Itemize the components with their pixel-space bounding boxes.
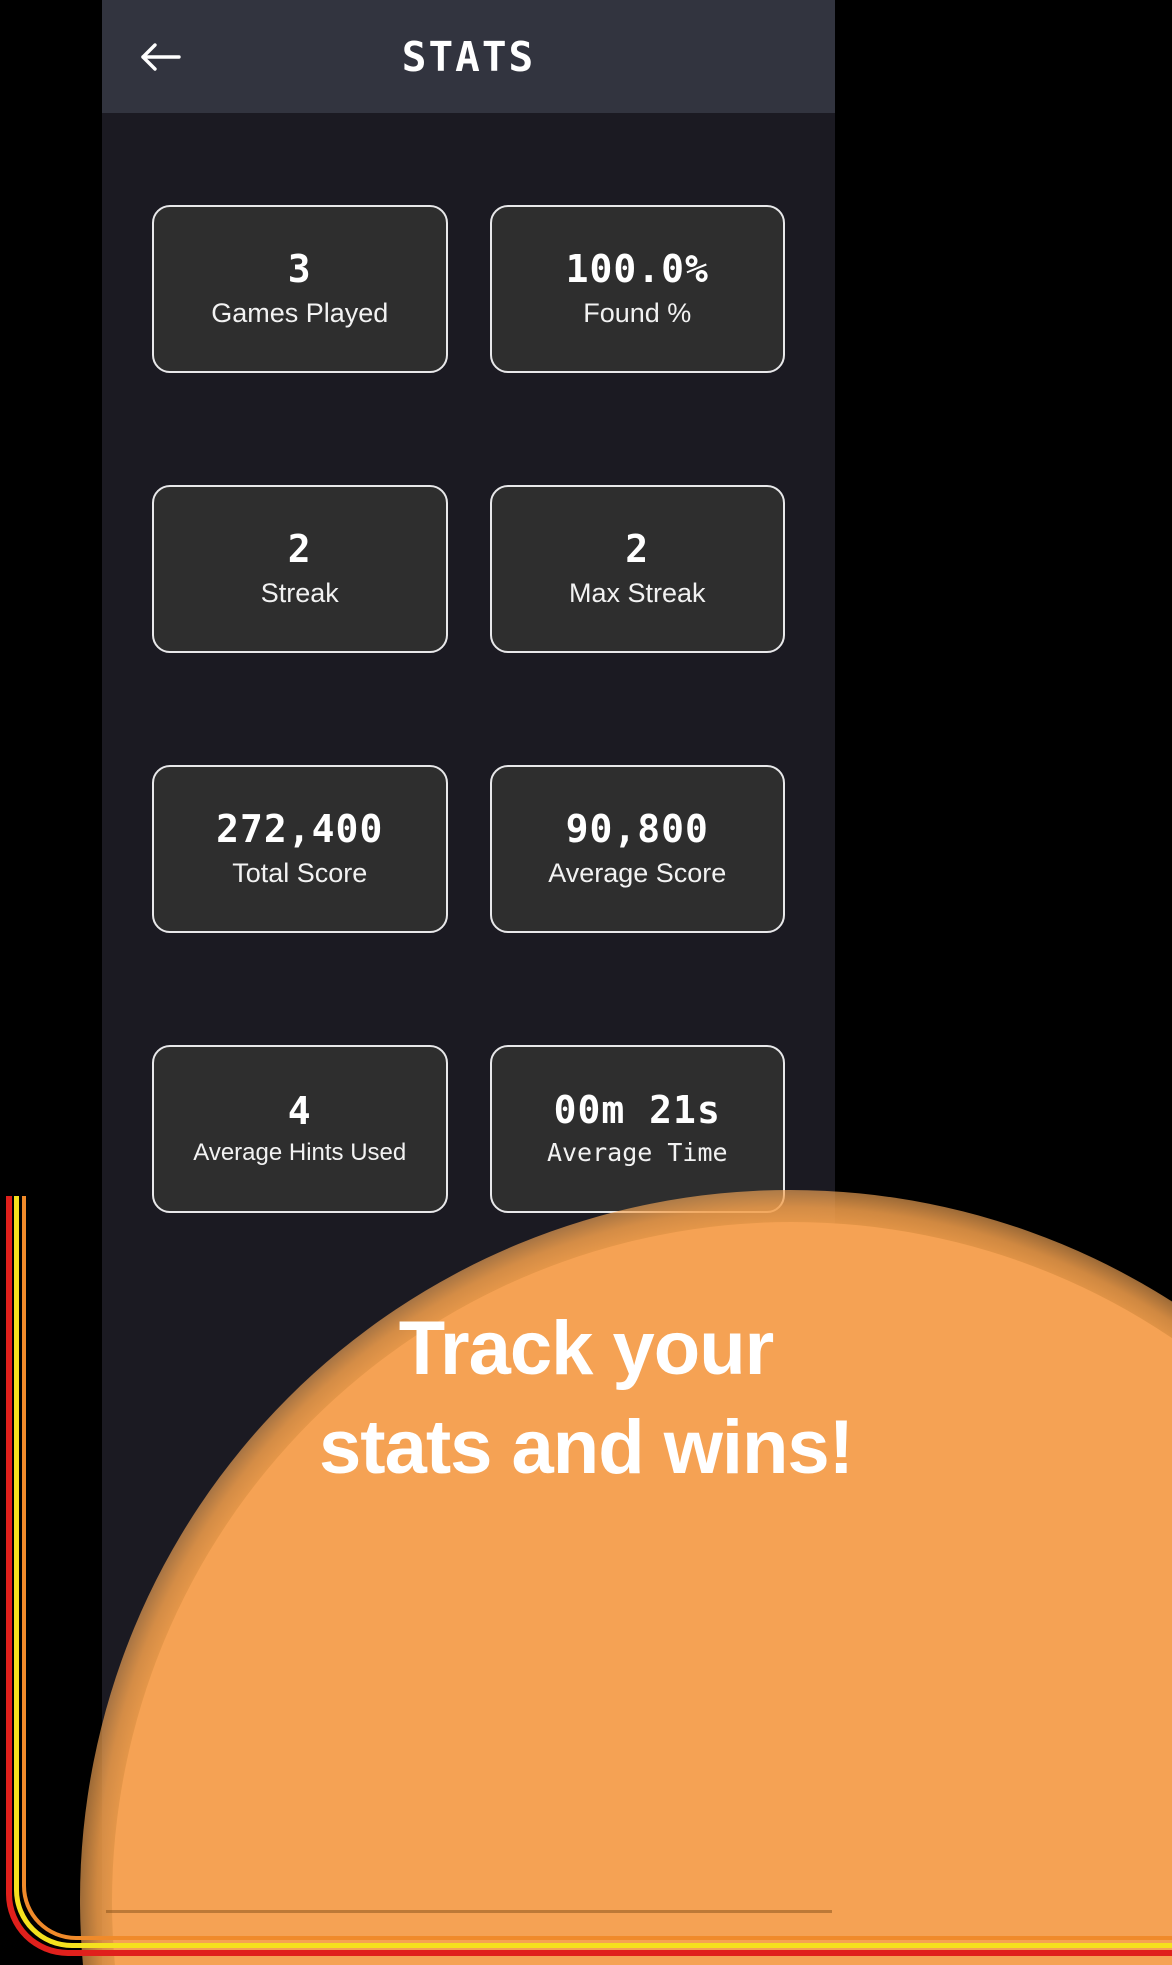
- stat-card-total-score[interactable]: 272,400 Total Score: [152, 765, 448, 933]
- stat-label: Total Score: [232, 857, 368, 888]
- screenshot-root: STATS 3 Games Played 100.0% Found % 2 St…: [0, 0, 1172, 1965]
- promo-line-1: Track your: [398, 1306, 774, 1391]
- stat-card-games-played[interactable]: 3 Games Played: [152, 205, 448, 373]
- stat-label: Found %: [583, 297, 692, 328]
- stat-value: 3: [287, 246, 312, 291]
- app-header: STATS: [102, 0, 835, 113]
- stat-label: Average Score: [548, 857, 727, 888]
- stat-value: 90,800: [565, 806, 709, 851]
- stats-grid: 3 Games Played 100.0% Found % 2 Streak 2…: [152, 113, 785, 1325]
- promo-caption: Track your stats and wins!: [0, 1300, 1172, 1498]
- stat-value: 272,400: [216, 806, 384, 851]
- stat-card-streak[interactable]: 2 Streak: [152, 485, 448, 653]
- stat-label: Games Played: [211, 297, 389, 328]
- stat-card-average-time[interactable]: 00m 21s Average Time: [489, 1045, 785, 1213]
- stat-label: Streak: [260, 577, 339, 608]
- stat-label: Max Streak: [568, 577, 706, 608]
- footer-rule: [106, 1910, 832, 1913]
- promo-line-2: stats and wins!: [319, 1404, 854, 1490]
- stat-value: 00m 21s: [553, 1088, 721, 1133]
- stat-value: 100.0%: [565, 246, 709, 291]
- left-gutter: [0, 0, 102, 1965]
- stat-card-found-percent[interactable]: 100.0% Found %: [489, 205, 785, 373]
- stat-value: 2: [625, 526, 650, 571]
- stat-card-max-streak[interactable]: 2 Max Streak: [489, 485, 785, 653]
- stat-label: Average Hints Used: [193, 1138, 407, 1166]
- stat-value: 2: [287, 526, 312, 571]
- stat-card-average-score[interactable]: 90,800 Average Score: [489, 765, 785, 933]
- page-title: STATS: [401, 32, 536, 81]
- stat-label: Average Time: [546, 1137, 728, 1167]
- stat-card-average-hints-used[interactable]: 4 Average Hints Used: [152, 1045, 448, 1213]
- arrow-left-icon: [138, 39, 182, 75]
- stat-value: 4: [287, 1088, 312, 1133]
- back-button[interactable]: [130, 27, 190, 87]
